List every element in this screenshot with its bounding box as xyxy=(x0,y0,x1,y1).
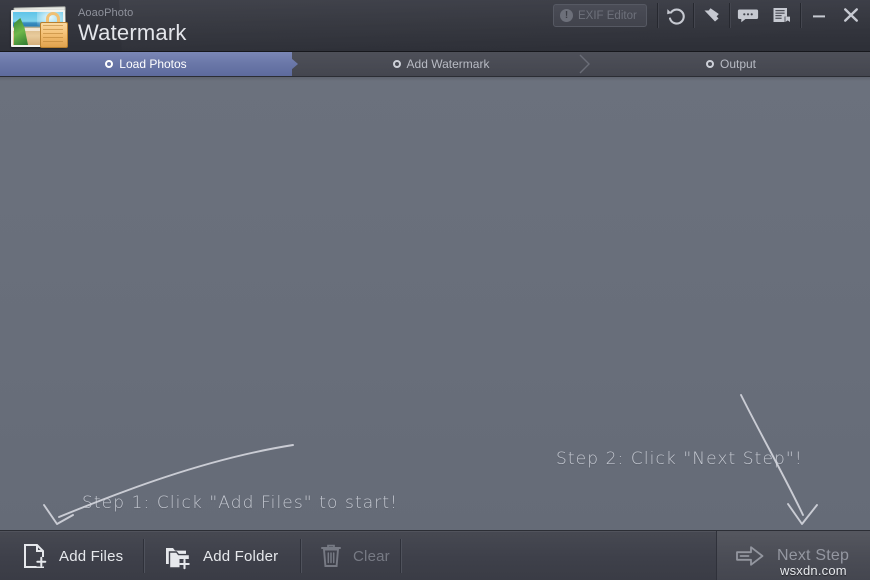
bottom-separator-2 xyxy=(300,539,302,573)
exif-editor-button[interactable]: ! EXIF Editor xyxy=(553,4,647,27)
add-folder-label: Add Folder xyxy=(203,547,279,565)
wizard-step-bar: Load Photos Add Watermark Output xyxy=(0,52,870,77)
arrow-right-icon xyxy=(735,544,765,568)
bottom-separator-1 xyxy=(143,539,145,573)
step-output-label: Output xyxy=(719,57,757,71)
canvas-top-shadow xyxy=(0,77,870,81)
close-icon[interactable] xyxy=(838,4,864,26)
clear-button[interactable]: Clear xyxy=(308,534,402,578)
step-load-photos-label: Load Photos xyxy=(119,57,187,71)
toolbar-separator-3 xyxy=(729,3,731,28)
step-chevron-2 xyxy=(578,52,592,76)
undo-icon[interactable] xyxy=(661,4,691,26)
step-add-watermark[interactable]: Add Watermark xyxy=(296,52,586,76)
photo-lock-logo-icon xyxy=(8,6,70,48)
minimize-icon[interactable] xyxy=(806,4,832,26)
logo-palm-leaf xyxy=(14,18,28,45)
brand-vendor: AoaoPhoto xyxy=(78,7,134,19)
chat-bubble-icon[interactable] xyxy=(733,4,763,26)
step-bullet-icon xyxy=(392,60,401,68)
app-branding: AoaoPhoto Watermark xyxy=(78,8,187,44)
exif-editor-label: EXIF Editor xyxy=(578,9,637,22)
step-bullet-icon xyxy=(705,60,714,68)
trash-icon xyxy=(320,543,342,569)
register-document-icon[interactable] xyxy=(766,4,796,26)
add-folder-button[interactable]: Add Folder xyxy=(152,534,290,578)
step-output[interactable]: Output xyxy=(592,52,870,76)
photo-list-canvas[interactable]: Step 1: Click "Add Files" to start! Step… xyxy=(0,77,870,530)
file-plus-icon xyxy=(22,542,48,570)
step-bullet-icon xyxy=(105,60,114,68)
step-add-watermark-label: Add Watermark xyxy=(406,57,490,71)
bottom-toolbar: Add Files Add Folder Clear Next Step xyxy=(0,530,870,580)
logo-lock-body xyxy=(40,22,68,48)
toolbar-separator-2 xyxy=(693,3,695,28)
toolbar-separator-1 xyxy=(657,3,659,28)
hint-step-1: Step 1: Click "Add Files" to start! xyxy=(82,493,399,513)
site-watermark: wsxdn.com xyxy=(780,563,847,578)
hint-step-2: Step 2: Click "Next Step"! xyxy=(556,449,803,469)
clear-label: Clear xyxy=(353,547,390,565)
toolbar-separator-4 xyxy=(800,3,802,28)
aoaophoto-watermark-window: AoaoPhoto Watermark ! EXIF Editor Load P… xyxy=(0,0,870,580)
add-files-button[interactable]: Add Files xyxy=(10,534,135,578)
exclamation-icon: ! xyxy=(560,9,573,22)
add-files-label: Add Files xyxy=(59,547,124,565)
folder-plus-icon xyxy=(164,542,192,570)
step-load-photos[interactable]: Load Photos xyxy=(0,52,292,76)
title-bar: AoaoPhoto Watermark ! EXIF Editor xyxy=(0,0,870,52)
bottom-separator-3 xyxy=(400,539,402,573)
hammer-icon[interactable] xyxy=(697,4,727,26)
brand-product: Watermark xyxy=(78,20,187,45)
